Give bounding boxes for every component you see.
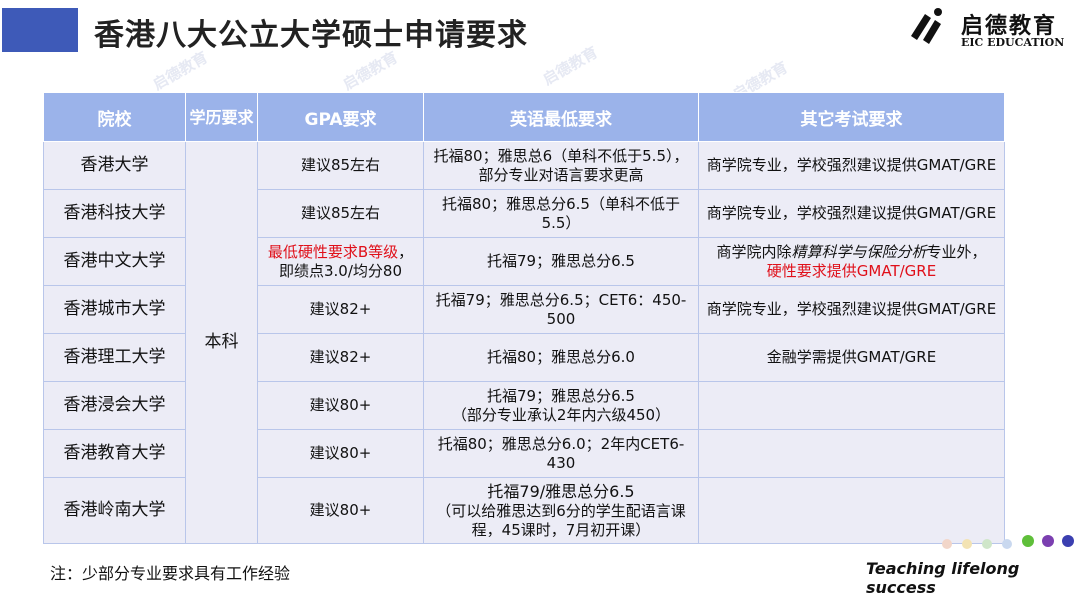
other-cell bbox=[698, 477, 1005, 544]
english-note: （可以给雅思达到6分的学生配语言课程，45课时，7月初开课） bbox=[436, 501, 686, 539]
table-row: 香港大学 本科 建议85左右 托福80；雅思总6（单科不低于5.5），部分专业对… bbox=[43, 141, 1005, 544]
watermark: 启德教育 bbox=[539, 43, 601, 89]
header-other-tests: 其它考试要求 bbox=[698, 92, 1005, 142]
gpa-cell: 最低硬性要求B等级，即绩点3.0/均分80 bbox=[257, 237, 424, 286]
english-cell: 托福79；雅思总分6.5 bbox=[423, 237, 699, 286]
other-cell bbox=[698, 429, 1005, 478]
eic-logo-icon bbox=[911, 8, 942, 44]
logo: 启德教育 EIC EDUCATION bbox=[905, 6, 1065, 56]
logo-text-en: EIC EDUCATION bbox=[961, 36, 1065, 49]
school-cell: 香港中文大学 bbox=[43, 237, 186, 286]
english-cell: 托福80；雅思总分6.0 bbox=[423, 333, 699, 382]
english-cell: 托福79/雅思总分6.5 （可以给雅思达到6分的学生配语言课程，45课时，7月初开… bbox=[423, 477, 699, 544]
school-cell: 香港浸会大学 bbox=[43, 381, 186, 430]
school-cell: 香港理工大学 bbox=[43, 333, 186, 382]
english-cell: 托福80；雅思总6（单科不低于5.5），部分专业对语言要求更高 bbox=[423, 141, 699, 190]
header-degree: 学历要求 bbox=[185, 92, 258, 142]
other-cell: 商学院专业，学校强烈建议提供GMAT/GRE bbox=[698, 189, 1005, 238]
gpa-hard-requirement: 最低硬性要求B等级 bbox=[267, 242, 399, 261]
dot bbox=[982, 539, 992, 549]
dot bbox=[1062, 535, 1074, 547]
gpa-cell: 建议80+ bbox=[257, 381, 424, 430]
other-cell: 商学院专业，学校强烈建议提供GMAT/GRE bbox=[698, 141, 1005, 190]
page-title: 香港八大公立大学硕士申请要求 bbox=[94, 18, 528, 53]
dot bbox=[1002, 539, 1012, 549]
gpa-cell: 建议80+ bbox=[257, 477, 424, 544]
english-cell: 托福80；雅思总分6.5（单科不低于5.5） bbox=[423, 189, 699, 238]
school-cell: 香港城市大学 bbox=[43, 285, 186, 334]
english-text: 托福79/雅思总分6.5 bbox=[487, 481, 635, 501]
english-cell: 托福79；雅思总分6.5 （部分专业承认2年内六级450） bbox=[423, 381, 699, 430]
other-cell: 商学院专业，学校强烈建议提供GMAT/GRE bbox=[698, 285, 1005, 334]
dot bbox=[1042, 535, 1054, 547]
footnote: 注：少部分专业要求具有工作经验 bbox=[50, 564, 291, 583]
other-text: 商学院内除 bbox=[716, 242, 792, 261]
english-cell: 托福79；雅思总分6.5；CET6：450-500 bbox=[423, 285, 699, 334]
dot bbox=[1022, 535, 1034, 547]
other-text: 专业外， bbox=[926, 242, 987, 261]
other-cell: 商学院内除精算科学与保险分析专业外， 硬性要求提供GMAT/GRE bbox=[698, 237, 1005, 286]
degree-cell: 本科 bbox=[185, 141, 258, 544]
school-cell: 香港大学 bbox=[43, 141, 186, 190]
gpa-cell: 建议82+ bbox=[257, 333, 424, 382]
gpa-cell: 建议85左右 bbox=[257, 141, 424, 190]
gpa-cell: 建议82+ bbox=[257, 285, 424, 334]
other-cell: 金融学需提供GMAT/GRE bbox=[698, 333, 1005, 382]
dot bbox=[962, 539, 972, 549]
english-cell: 托福80；雅思总分6.0；2年内CET6-430 bbox=[423, 429, 699, 478]
dot bbox=[942, 539, 952, 549]
school-cell: 香港教育大学 bbox=[43, 429, 186, 478]
title-accent-bar bbox=[2, 8, 78, 52]
requirements-table: 院校 学历要求 GPA要求 英语最低要求 其它考试要求 香港大学 本科 建议85… bbox=[43, 92, 1005, 544]
gpa-cell: 建议85左右 bbox=[257, 189, 424, 238]
english-text: 托福79；雅思总分6.5 bbox=[487, 386, 635, 405]
header-school: 院校 bbox=[43, 92, 186, 142]
header-english: 英语最低要求 bbox=[423, 92, 699, 142]
school-cell: 香港科技大学 bbox=[43, 189, 186, 238]
header-gpa: GPA要求 bbox=[257, 92, 424, 142]
school-cell: 香港岭南大学 bbox=[43, 477, 186, 544]
other-major-italic: 精算科学与保险分析 bbox=[791, 242, 927, 261]
slogan: Teaching lifelong success bbox=[866, 559, 1020, 597]
other-cell bbox=[698, 381, 1005, 430]
gpa-cell: 建议80+ bbox=[257, 429, 424, 478]
other-hard-requirement: 硬性要求提供GMAT/GRE bbox=[766, 261, 937, 280]
table-header-row: 院校 学历要求 GPA要求 英语最低要求 其它考试要求 bbox=[43, 92, 1005, 142]
english-note: （部分专业承认2年内六级450） bbox=[451, 405, 671, 424]
